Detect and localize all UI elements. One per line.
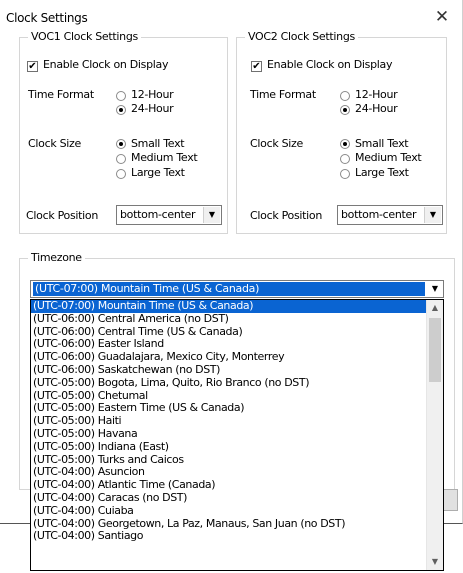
voc2-size-large-label[interactable]: Large Text xyxy=(355,166,409,179)
voc1-size-small-label[interactable]: Small Text xyxy=(131,137,185,150)
timezone-option[interactable]: (UTC-05:00) Eastern Time (US & Canada) xyxy=(31,402,427,415)
timezone-option[interactable]: (UTC-04:00) Cuiaba xyxy=(31,505,427,518)
voc2-size-medium-radio[interactable] xyxy=(340,154,350,164)
timezone-option[interactable]: (UTC-05:00) Bogota, Lima, Quito, Rio Bra… xyxy=(31,377,427,390)
timezone-options: (UTC-07:00) Mountain Time (US & Canada)(… xyxy=(31,300,427,543)
voc1-clock-size-label: Clock Size xyxy=(28,137,81,150)
window-title: Clock Settings xyxy=(6,11,88,25)
voc2-legend: VOC2 Clock Settings xyxy=(245,30,358,43)
voc2-time-12-label[interactable]: 12-Hour xyxy=(355,88,398,101)
timezone-option[interactable]: (UTC-04:00) Caracas (no DST) xyxy=(31,492,427,505)
voc1-group: VOC1 Clock Settings ✔ Enable Clock on Di… xyxy=(19,30,228,234)
timezone-option[interactable]: (UTC-06:00) Central Time (US & Canada) xyxy=(31,326,427,339)
voc2-size-small-label[interactable]: Small Text xyxy=(355,137,409,150)
timezone-option[interactable]: (UTC-05:00) Havana xyxy=(31,428,427,441)
timezone-legend: Timezone xyxy=(28,251,85,264)
voc1-time-format-label: Time Format xyxy=(28,88,94,101)
voc2-size-large-radio[interactable] xyxy=(340,169,350,179)
voc1-size-small-radio[interactable] xyxy=(116,139,126,149)
timezone-dropdown-list[interactable]: (UTC-07:00) Mountain Time (US & Canada)(… xyxy=(30,299,444,571)
chevron-down-icon[interactable]: ▼ xyxy=(428,282,442,296)
timezone-option[interactable]: (UTC-04:00) Georgetown, La Paz, Manaus, … xyxy=(31,518,427,531)
timezone-selected-value: (UTC-07:00) Mountain Time (US & Canada) xyxy=(32,281,426,297)
voc1-size-large-label[interactable]: Large Text xyxy=(131,166,185,179)
scroll-down-icon[interactable]: ▼ xyxy=(427,554,443,570)
title-bar: Clock Settings ✕ xyxy=(0,0,463,34)
scroll-up-icon[interactable]: ▲ xyxy=(427,300,443,316)
timezone-option[interactable]: (UTC-06:00) Saskatchewan (no DST) xyxy=(31,364,427,377)
timezone-option[interactable]: (UTC-05:00) Chetumal xyxy=(31,390,427,403)
timezone-option[interactable]: (UTC-06:00) Guadalajara, Mexico City, Mo… xyxy=(31,351,427,364)
voc1-time-12-radio[interactable] xyxy=(116,91,126,101)
voc1-time-24-radio[interactable] xyxy=(116,105,126,115)
dropdown-scrollbar[interactable]: ▲ ▼ xyxy=(426,300,443,570)
voc2-clock-position-label: Clock Position xyxy=(250,209,323,222)
close-icon[interactable]: ✕ xyxy=(429,4,455,30)
voc2-enable-checkbox[interactable]: ✔ xyxy=(251,61,262,72)
timezone-option[interactable]: (UTC-06:00) Easter Island xyxy=(31,338,427,351)
chevron-down-icon[interactable]: ▼ xyxy=(424,207,441,223)
voc2-size-small-radio[interactable] xyxy=(340,139,350,149)
voc1-size-large-radio[interactable] xyxy=(116,169,126,179)
timezone-option[interactable]: (UTC-05:00) Haiti xyxy=(31,415,427,428)
voc1-enable-checkbox[interactable]: ✔ xyxy=(27,61,38,72)
timezone-option[interactable]: (UTC-07:00) Mountain Time (US & Canada) xyxy=(31,300,427,313)
voc2-clock-size-label: Clock Size xyxy=(250,137,303,150)
voc1-time-24-label[interactable]: 24-Hour xyxy=(131,102,174,115)
timezone-select[interactable]: (UTC-07:00) Mountain Time (US & Canada) … xyxy=(30,280,444,298)
voc1-size-medium-radio[interactable] xyxy=(116,154,126,164)
voc2-time-12-radio[interactable] xyxy=(340,91,350,101)
voc1-time-12-label[interactable]: 12-Hour xyxy=(131,88,174,101)
scrollbar-thumb[interactable] xyxy=(429,318,441,382)
voc1-size-medium-label[interactable]: Medium Text xyxy=(131,151,198,164)
voc2-time-24-label[interactable]: 24-Hour xyxy=(355,102,398,115)
voc2-time-format-label: Time Format xyxy=(250,88,316,101)
voc1-clock-position-select[interactable]: bottom-center ▼ xyxy=(116,205,222,225)
voc2-time-24-radio[interactable] xyxy=(340,105,350,115)
voc2-enable-label[interactable]: Enable Clock on Display xyxy=(267,58,393,71)
voc2-clock-position-select[interactable]: bottom-center ▼ xyxy=(337,205,443,225)
timezone-option[interactable]: (UTC-06:00) Central America (no DST) xyxy=(31,313,427,326)
voc1-legend: VOC1 Clock Settings xyxy=(28,30,141,43)
voc1-clock-position-value: bottom-center xyxy=(120,208,196,221)
timezone-option[interactable]: (UTC-05:00) Turks and Caicos xyxy=(31,454,427,467)
timezone-option[interactable]: (UTC-04:00) Santiago xyxy=(31,530,427,543)
voc1-clock-position-label: Clock Position xyxy=(26,209,99,222)
voc2-group: VOC2 Clock Settings ✔ Enable Clock on Di… xyxy=(236,30,447,234)
voc1-enable-label[interactable]: Enable Clock on Display xyxy=(43,58,169,71)
voc2-size-medium-label[interactable]: Medium Text xyxy=(355,151,422,164)
voc2-clock-position-value: bottom-center xyxy=(341,208,417,221)
timezone-option[interactable]: (UTC-05:00) Indiana (East) xyxy=(31,441,427,454)
timezone-option[interactable]: (UTC-04:00) Asuncion xyxy=(31,466,427,479)
chevron-down-icon[interactable]: ▼ xyxy=(203,207,220,223)
timezone-option[interactable]: (UTC-04:00) Atlantic Time (Canada) xyxy=(31,479,427,492)
